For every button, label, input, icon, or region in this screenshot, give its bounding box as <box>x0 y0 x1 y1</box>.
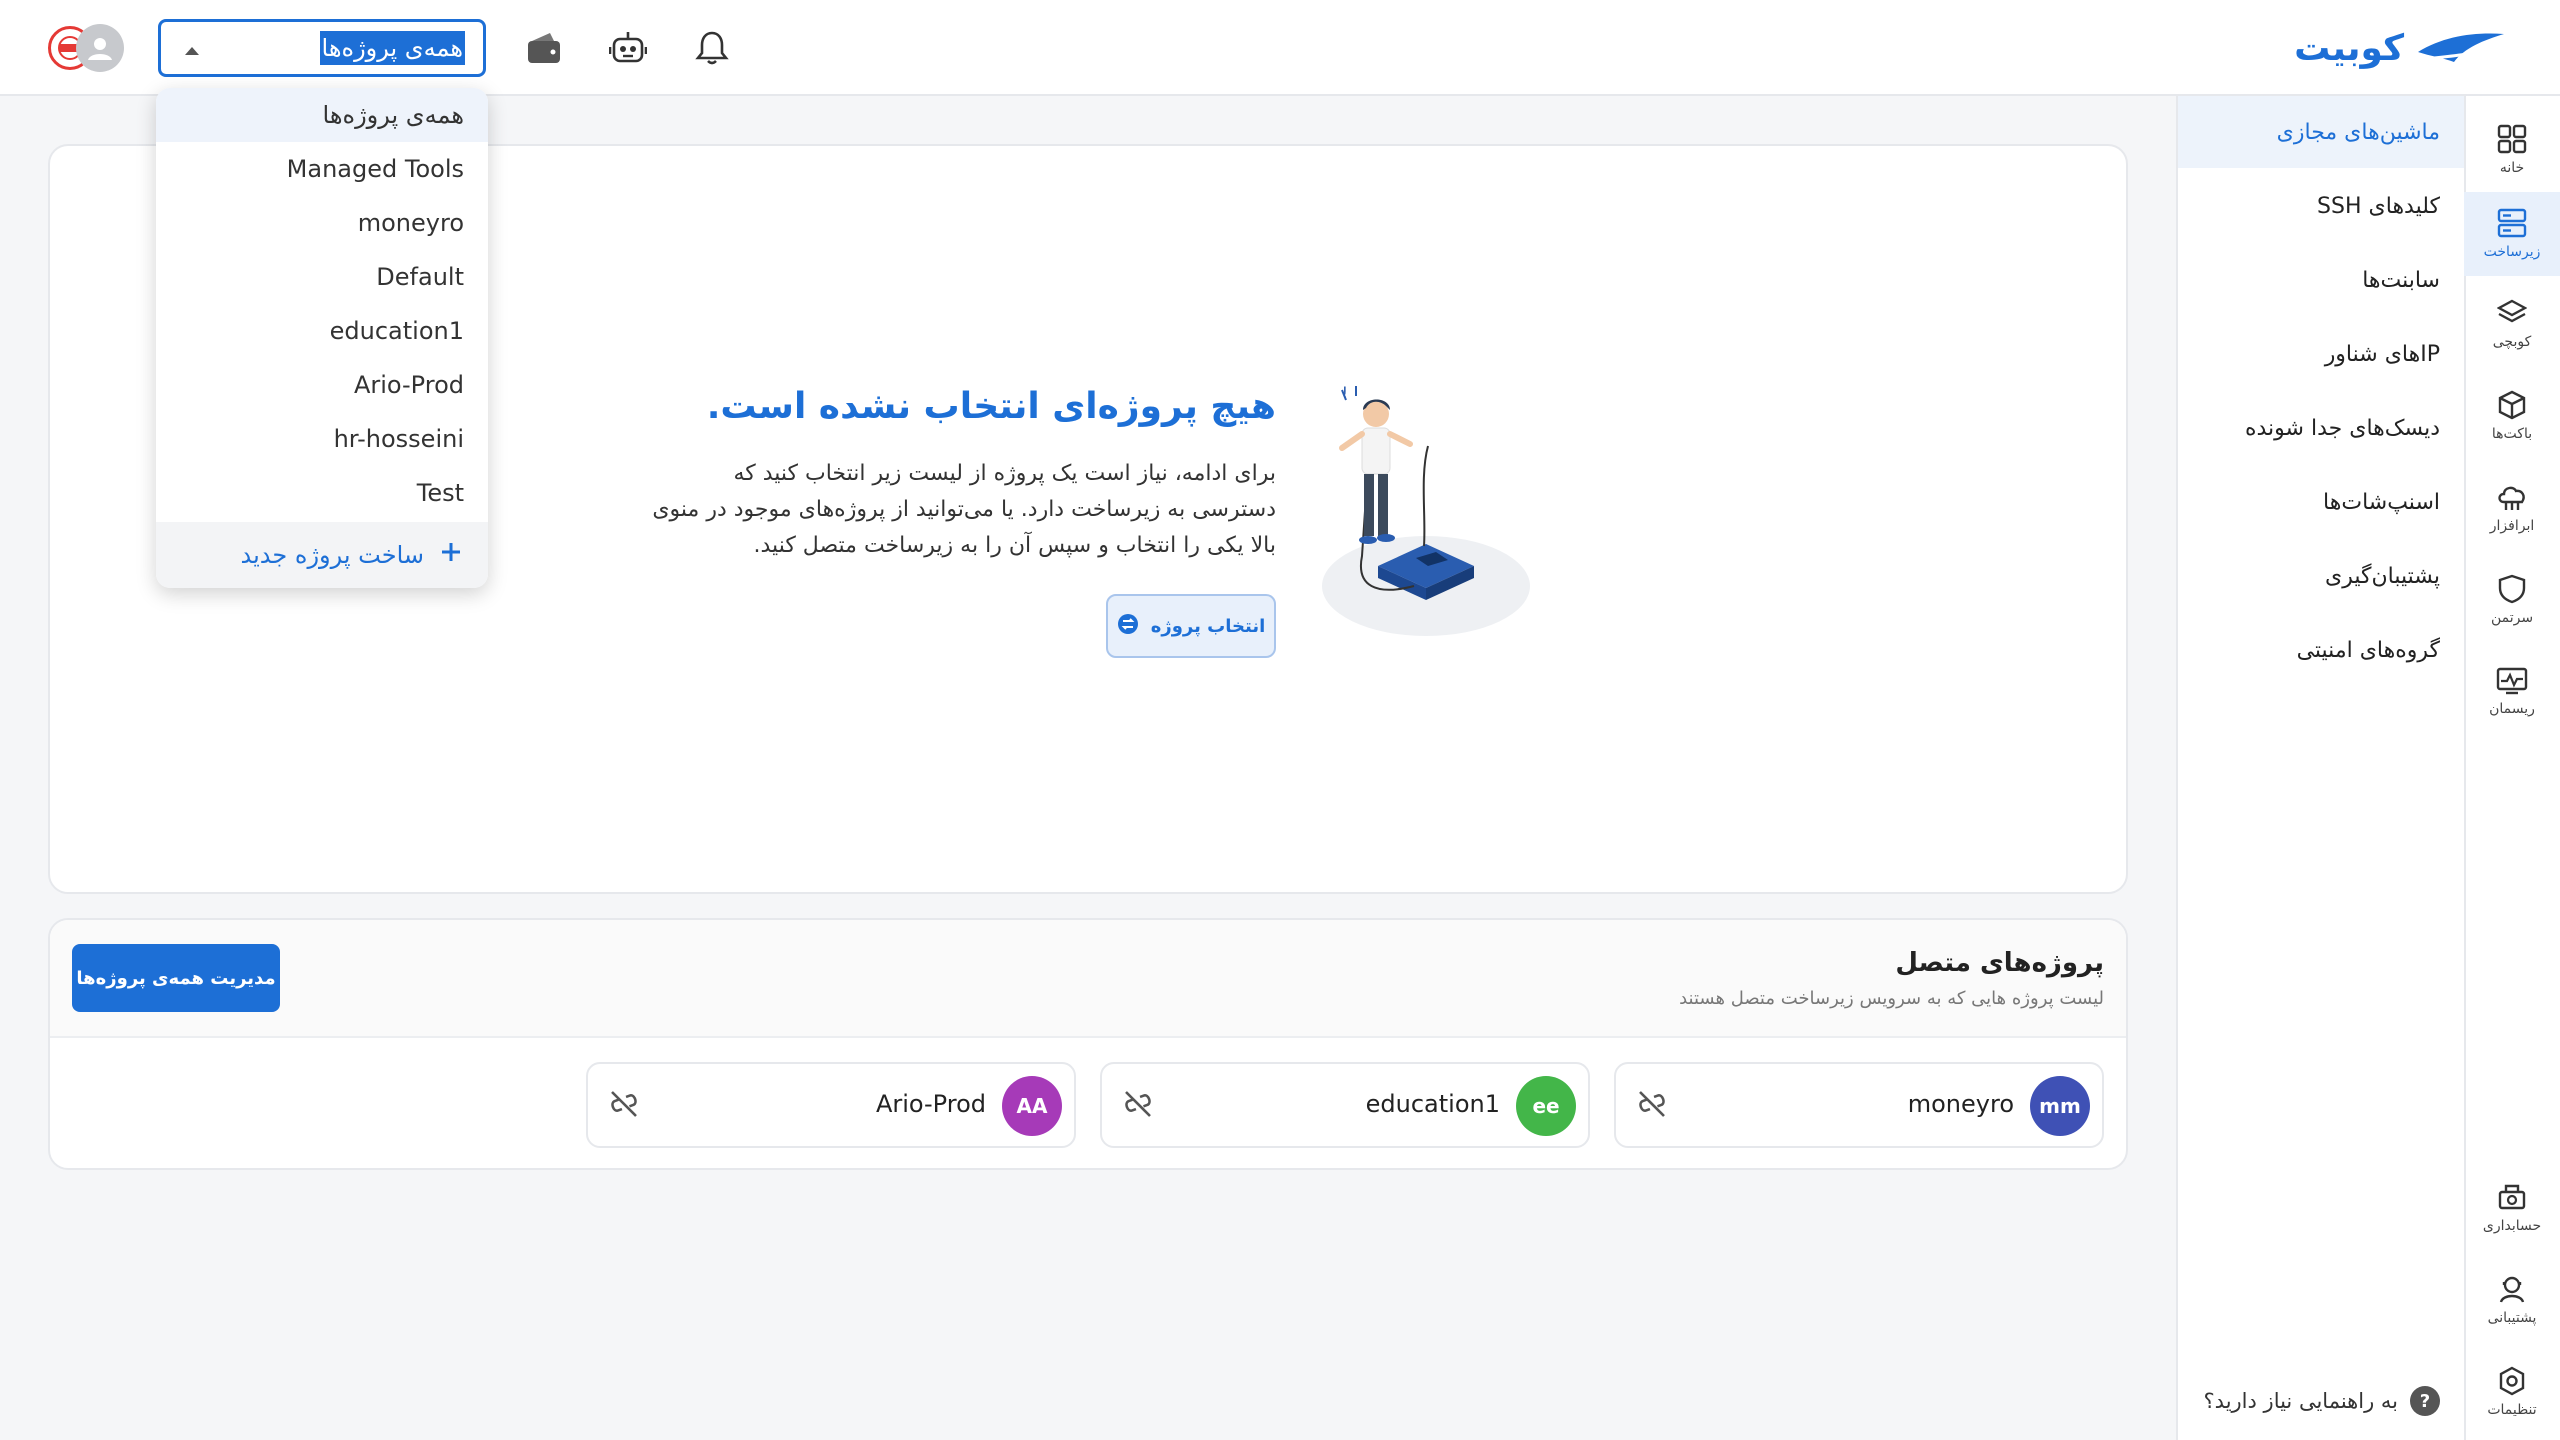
menu-item-subnets[interactable]: سابنت‌ها <box>2178 244 2464 316</box>
project-name: moneyro <box>1907 1090 2014 1118</box>
empty-state-title: هیچ پروژه‌ای انتخاب نشده است. <box>706 386 1276 427</box>
user-avatar-icon[interactable] <box>76 24 124 72</box>
dropdown-option[interactable]: Managed Tools <box>156 142 488 196</box>
rail-item-label: پشتیبانی <box>2487 1310 2537 1326</box>
rail-item-cloud-app[interactable]: ابرافزار <box>2464 466 2560 550</box>
rail-item-sartaman[interactable]: سرتمن <box>2464 558 2560 642</box>
shield-icon <box>2498 574 2526 604</box>
select-project-button[interactable]: انتخاب پروژه <box>1106 594 1276 658</box>
unlink-icon[interactable] <box>606 1088 642 1124</box>
connected-projects-header: پروژه‌های متصل لیست پروژه هایی که به سرو… <box>50 920 2126 1038</box>
logo[interactable]: کوبیت <box>2294 26 2506 70</box>
new-project-button[interactable]: ساخت پروژه جدید <box>156 522 488 588</box>
project-avatar: mm <box>2030 1076 2090 1136</box>
server-icon <box>2497 208 2527 238</box>
connected-projects-card: پروژه‌های متصل لیست پروژه هایی که به سرو… <box>48 918 2128 1170</box>
settings-icon <box>2499 1366 2525 1396</box>
rail-item-buckets[interactable]: باکت‌ها <box>2464 374 2560 458</box>
select-project-label: انتخاب پروژه <box>1150 615 1266 637</box>
robot-icon[interactable] <box>608 28 648 68</box>
wallet-icon[interactable] <box>524 28 564 68</box>
empty-state-description: برای ادامه، نیاز است یک پروژه از لیست زی… <box>652 461 1276 558</box>
rail-item-kubchi[interactable]: کوبچی <box>2464 282 2560 366</box>
infrastructure-menu: ماشین‌های مجازی کلیدهای SSH سابنت‌ها IPه… <box>2176 96 2464 1440</box>
rail-item-accounting[interactable]: حسابداری <box>2464 1166 2560 1250</box>
rail-item-home[interactable]: خانه <box>2464 108 2560 192</box>
menu-item-security-groups[interactable]: گروه‌های امنیتی <box>2178 614 2464 686</box>
project-avatar: AA <box>1002 1076 1062 1136</box>
logo-mark-icon <box>2414 28 2506 68</box>
support-icon <box>2499 1276 2525 1303</box>
project-tile-moneyro[interactable]: mm moneyro <box>1614 1062 2104 1148</box>
rail-item-label: کوبچی <box>2492 334 2532 350</box>
unlink-icon[interactable] <box>1634 1088 1670 1124</box>
rail-item-label: تنظیمات <box>2487 1402 2537 1418</box>
unlink-icon[interactable] <box>1120 1088 1156 1124</box>
help-label: به راهنمایی نیاز دارید؟ <box>2203 1389 2398 1413</box>
menu-item-snapshots[interactable]: اسنپ‌شات‌ها <box>2178 466 2464 538</box>
project-avatar: ee <box>1516 1076 1576 1136</box>
layers-icon <box>2497 299 2527 323</box>
dropdown-option[interactable]: Test <box>156 466 488 520</box>
project-tile-education1[interactable]: ee education1 <box>1100 1062 1590 1148</box>
dropdown-option[interactable]: Ario-Prod <box>156 358 488 412</box>
question-icon: ? <box>2410 1386 2440 1416</box>
project-name: education1 <box>1365 1090 1500 1118</box>
dropdown-option[interactable]: همه‌ی پروژه‌ها <box>156 88 488 142</box>
rail-item-label: ریسمان <box>2489 701 2535 717</box>
manage-all-projects-button[interactable]: مدیریت همه‌ی پروژه‌ها <box>72 944 280 1012</box>
rail-item-label: باکت‌ها <box>2491 426 2533 442</box>
connected-projects-subtitle: لیست پروژه هایی که به سرویس زیرساخت متصل… <box>1679 988 2104 1009</box>
accounting-icon <box>2498 1184 2526 1210</box>
bell-icon[interactable] <box>692 28 732 68</box>
menu-item-backups[interactable]: پشتیبان‌گیری <box>2178 540 2464 612</box>
top-header: کوبیت همه‌ی پروژه‌ها <box>0 0 2560 96</box>
rail-item-risman[interactable]: ریسمان <box>2464 650 2560 734</box>
swap-icon <box>1117 613 1139 640</box>
rail-item-label: خانه <box>2499 160 2525 176</box>
monitor-pulse-icon <box>2496 667 2528 695</box>
confused-person-illustration: ! <box>1316 383 1536 646</box>
rail-item-label: ابرافزار <box>2489 518 2535 534</box>
project-name: Ario-Prod <box>875 1090 986 1118</box>
rail-item-settings[interactable]: تنظیمات <box>2464 1350 2560 1434</box>
dropdown-option[interactable]: moneyro <box>156 196 488 250</box>
plus-icon <box>440 541 462 569</box>
cloud-app-icon <box>2498 486 2525 510</box>
help-link[interactable]: ? به راهنمایی نیاز دارید؟ <box>2204 1386 2440 1416</box>
dropdown-option[interactable]: hr-hosseini <box>156 412 488 466</box>
icon-rail: خانه زیرساخت کوبچی باکت‌ها ابرافزار سرتم… <box>2464 96 2560 1440</box>
caret-up-icon <box>185 47 199 55</box>
menu-item-virtual-machines[interactable]: ماشین‌های مجازی <box>2178 96 2464 168</box>
project-dropdown: همه‌ی پروژه‌ها Managed Tools moneyro Def… <box>156 88 488 588</box>
dropdown-option[interactable]: Default <box>156 250 488 304</box>
logo-text: کوبیت <box>2294 27 2404 69</box>
cube-icon <box>2498 390 2526 420</box>
new-project-label: ساخت پروژه جدید <box>240 541 424 569</box>
project-tile-ario-prod[interactable]: AA Ario-Prod <box>586 1062 1076 1148</box>
dropdown-option[interactable]: education1 <box>156 304 488 358</box>
menu-item-ssh-keys[interactable]: کلیدهای SSH <box>2178 170 2464 242</box>
rail-item-support[interactable]: پشتیبانی <box>2464 1258 2560 1342</box>
grid-icon <box>2497 124 2527 154</box>
rail-item-label: حسابداری <box>2482 1218 2542 1234</box>
connected-projects-title: پروژه‌های متصل <box>1895 948 2104 978</box>
user-menu[interactable] <box>48 24 124 72</box>
menu-item-detachable-disks[interactable]: دیسک‌های جدا شونده <box>2178 392 2464 464</box>
project-select-value: همه‌ی پروژه‌ها <box>319 31 465 65</box>
rail-item-infrastructure[interactable]: زیرساخت <box>2464 192 2560 276</box>
rail-item-label: سرتمن <box>2490 610 2534 626</box>
rail-item-label: زیرساخت <box>2483 244 2541 260</box>
menu-item-floating-ips[interactable]: IPهای شناور <box>2178 318 2464 390</box>
project-select[interactable]: همه‌ی پروژه‌ها <box>158 19 486 77</box>
